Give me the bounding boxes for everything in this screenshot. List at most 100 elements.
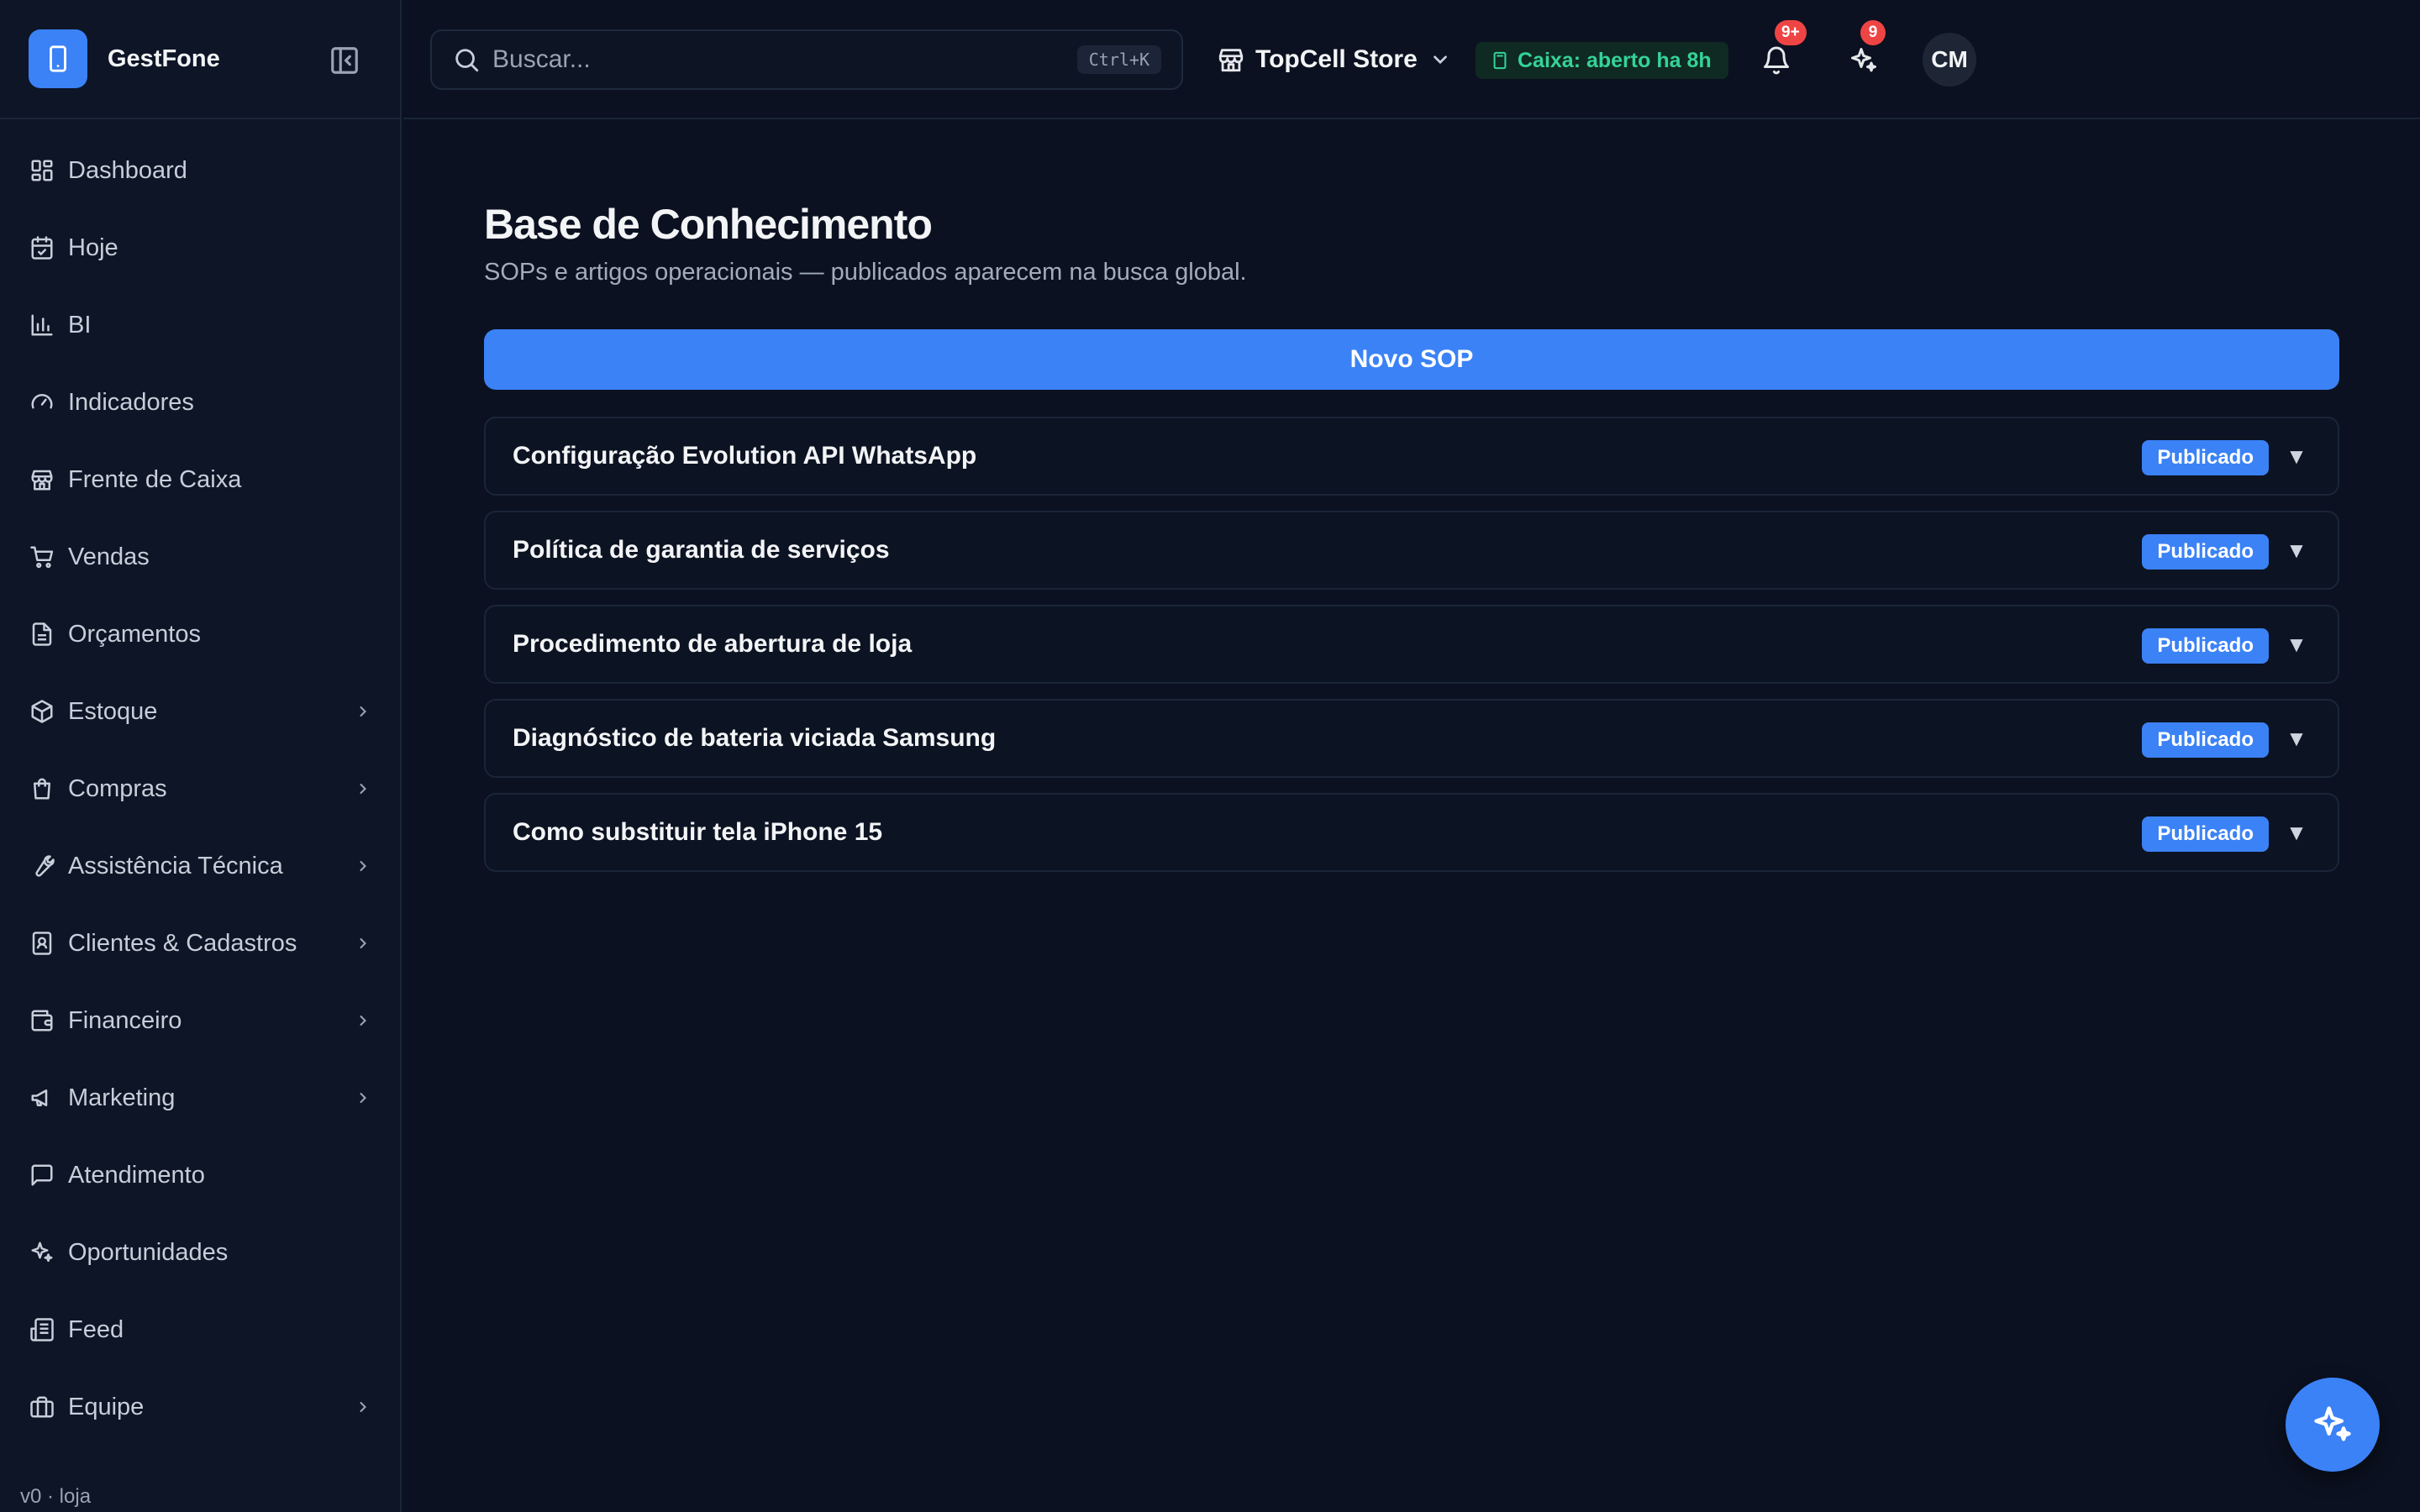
ai-assistant-fab[interactable]: [2286, 1378, 2380, 1472]
sop-item[interactable]: Política de garantia de serviços Publica…: [484, 511, 2339, 590]
store-icon: [1218, 49, 1244, 72]
expand-toggle-icon[interactable]: ▼: [2284, 444, 2309, 469]
briefcase-icon: [28, 1393, 56, 1421]
sidebar-item-label: Vendas: [68, 543, 150, 570]
shopping-cart-icon: [28, 543, 56, 571]
notifications-badge: 9+: [1775, 20, 1807, 45]
sop-item[interactable]: Procedimento de abertura de loja Publica…: [484, 605, 2339, 684]
brand-header: GestFone: [0, 0, 400, 119]
main-content: Base de Conhecimento SOPs e artigos oper…: [403, 119, 2420, 1512]
contact-icon: [28, 929, 56, 958]
layout-grid-icon: [28, 156, 56, 185]
store-name: TopCell Store: [1255, 45, 1418, 73]
sparkles-icon: [2314, 1406, 2351, 1441]
megaphone-icon: [28, 1084, 56, 1112]
global-search[interactable]: Ctrl+K: [430, 29, 1183, 90]
shopping-bag-icon: [28, 774, 56, 803]
sidebar-item-label: Feed: [68, 1315, 124, 1343]
chevron-right-icon: [360, 783, 366, 795]
sidebar-item-label: Assistência Técnica: [68, 852, 283, 879]
sop-title: Como substituir tela iPhone 15: [513, 818, 883, 846]
sidebar-item-label: Frente de Caixa: [68, 465, 242, 493]
brand-name: GestFone: [108, 45, 220, 72]
search-shortcut-hint: Ctrl+K: [1076, 45, 1161, 74]
expand-toggle-icon[interactable]: ▼: [2284, 632, 2309, 657]
sidebar-item-label: Compras: [68, 774, 167, 802]
sidebar-item-orcamentos[interactable]: Orçamentos: [0, 596, 402, 673]
gauge-icon: [28, 388, 56, 417]
status-badge: Publicado: [2142, 816, 2269, 852]
sidebar: GestFone Dashboard Hoje BI Indicadores F…: [0, 0, 402, 1512]
ai-badge: 9: [1860, 20, 1886, 45]
sidebar-item-equipe[interactable]: Equipe: [0, 1368, 402, 1446]
cash-register-status[interactable]: Caixa: aberto ha 8h: [1476, 42, 1728, 79]
top-bar: Ctrl+K TopCell Store Caixa: aberto ha 8h…: [403, 0, 2420, 119]
app-version: v0 · loja: [20, 1485, 92, 1508]
message-square-icon: [28, 1161, 56, 1189]
sop-list: Configuração Evolution API WhatsApp Publ…: [484, 417, 2339, 887]
app-root: GestFone Dashboard Hoje BI Indicadores F…: [0, 0, 2420, 1512]
sop-item[interactable]: Como substituir tela iPhone 15 Publicado…: [484, 793, 2339, 872]
sidebar-item-feed[interactable]: Feed: [0, 1291, 402, 1368]
chevron-right-icon: [360, 706, 366, 717]
expand-toggle-icon[interactable]: ▼: [2284, 538, 2309, 563]
wallet-icon: [28, 1006, 56, 1035]
sidebar-item-compras[interactable]: Compras: [0, 750, 402, 827]
chevron-right-icon: [360, 937, 366, 949]
status-badge: Publicado: [2142, 628, 2269, 664]
store-icon: [28, 465, 56, 494]
sidebar-item-atendimento[interactable]: Atendimento: [0, 1137, 402, 1214]
sidebar-item-financeiro[interactable]: Financeiro: [0, 982, 402, 1059]
sop-item[interactable]: Configuração Evolution API WhatsApp Publ…: [484, 417, 2339, 496]
newspaper-icon: [28, 1315, 56, 1344]
sidebar-item-assistencia-tecnica[interactable]: Assistência Técnica: [0, 827, 402, 905]
ai-assistant-button[interactable]: 9: [1840, 20, 1887, 84]
new-sop-button[interactable]: Novo SOP: [484, 329, 2339, 390]
search-input[interactable]: [492, 45, 1047, 74]
panel-left-icon: [331, 47, 358, 74]
bell-icon: [1764, 46, 1789, 75]
sidebar-item-clientes-cadastros[interactable]: Clientes & Cadastros: [0, 905, 402, 982]
store-selector[interactable]: TopCell Store: [1217, 35, 1451, 84]
expand-toggle-icon[interactable]: ▼: [2284, 726, 2309, 751]
page-title: Base de Conhecimento: [484, 201, 933, 248]
notifications-button[interactable]: 9+: [1753, 20, 1807, 84]
status-badge: Publicado: [2142, 534, 2269, 570]
user-avatar[interactable]: CM: [1923, 33, 1976, 87]
sop-title: Procedimento de abertura de loja: [513, 630, 913, 658]
sidebar-item-label: Dashboard: [68, 156, 187, 184]
sidebar-item-hoje[interactable]: Hoje: [0, 209, 402, 286]
smartphone-icon: [29, 29, 87, 88]
sidebar-item-oportunidades[interactable]: Oportunidades: [0, 1214, 402, 1291]
sidebar-item-label: Hoje: [68, 234, 118, 261]
bar-chart-icon: [28, 311, 56, 339]
sparkles-icon: [1851, 48, 1876, 72]
wrench-icon: [28, 852, 56, 880]
sidebar-item-estoque[interactable]: Estoque: [0, 673, 402, 750]
sidebar-collapse-button[interactable]: [328, 44, 361, 77]
page-subtitle: SOPs e artigos operacionais — publicados…: [484, 259, 1247, 286]
sidebar-item-label: Clientes & Cadastros: [68, 929, 297, 957]
sparkles-icon: [28, 1238, 56, 1267]
chevron-down-icon: [1433, 55, 1447, 65]
sidebar-item-dashboard[interactable]: Dashboard: [0, 132, 402, 209]
sidebar-item-frente-de-caixa[interactable]: Frente de Caixa: [0, 441, 402, 518]
sidebar-item-label: Estoque: [68, 697, 158, 725]
status-badge: Publicado: [2142, 440, 2269, 475]
sop-item[interactable]: Diagnóstico de bateria viciada Samsung P…: [484, 699, 2339, 778]
sidebar-item-label: Indicadores: [68, 388, 194, 416]
sidebar-item-marketing[interactable]: Marketing: [0, 1059, 402, 1137]
sidebar-item-label: BI: [68, 311, 92, 339]
sidebar-item-label: Atendimento: [68, 1161, 205, 1189]
expand-toggle-icon[interactable]: ▼: [2284, 820, 2309, 845]
sidebar-item-label: Equipe: [68, 1393, 145, 1420]
sop-title: Diagnóstico de bateria viciada Samsung: [513, 724, 997, 752]
sidebar-item-vendas[interactable]: Vendas: [0, 518, 402, 596]
chevron-right-icon: [360, 1092, 366, 1104]
cash-register-status-text: Caixa: aberto ha 8h: [1518, 48, 1712, 72]
sidebar-item-bi[interactable]: BI: [0, 286, 402, 364]
sidebar-item-label: Financeiro: [68, 1006, 182, 1034]
sidebar-item-indicadores[interactable]: Indicadores: [0, 364, 402, 441]
sidebar-item-label: Marketing: [68, 1084, 176, 1111]
calculator-icon: [1493, 51, 1507, 70]
